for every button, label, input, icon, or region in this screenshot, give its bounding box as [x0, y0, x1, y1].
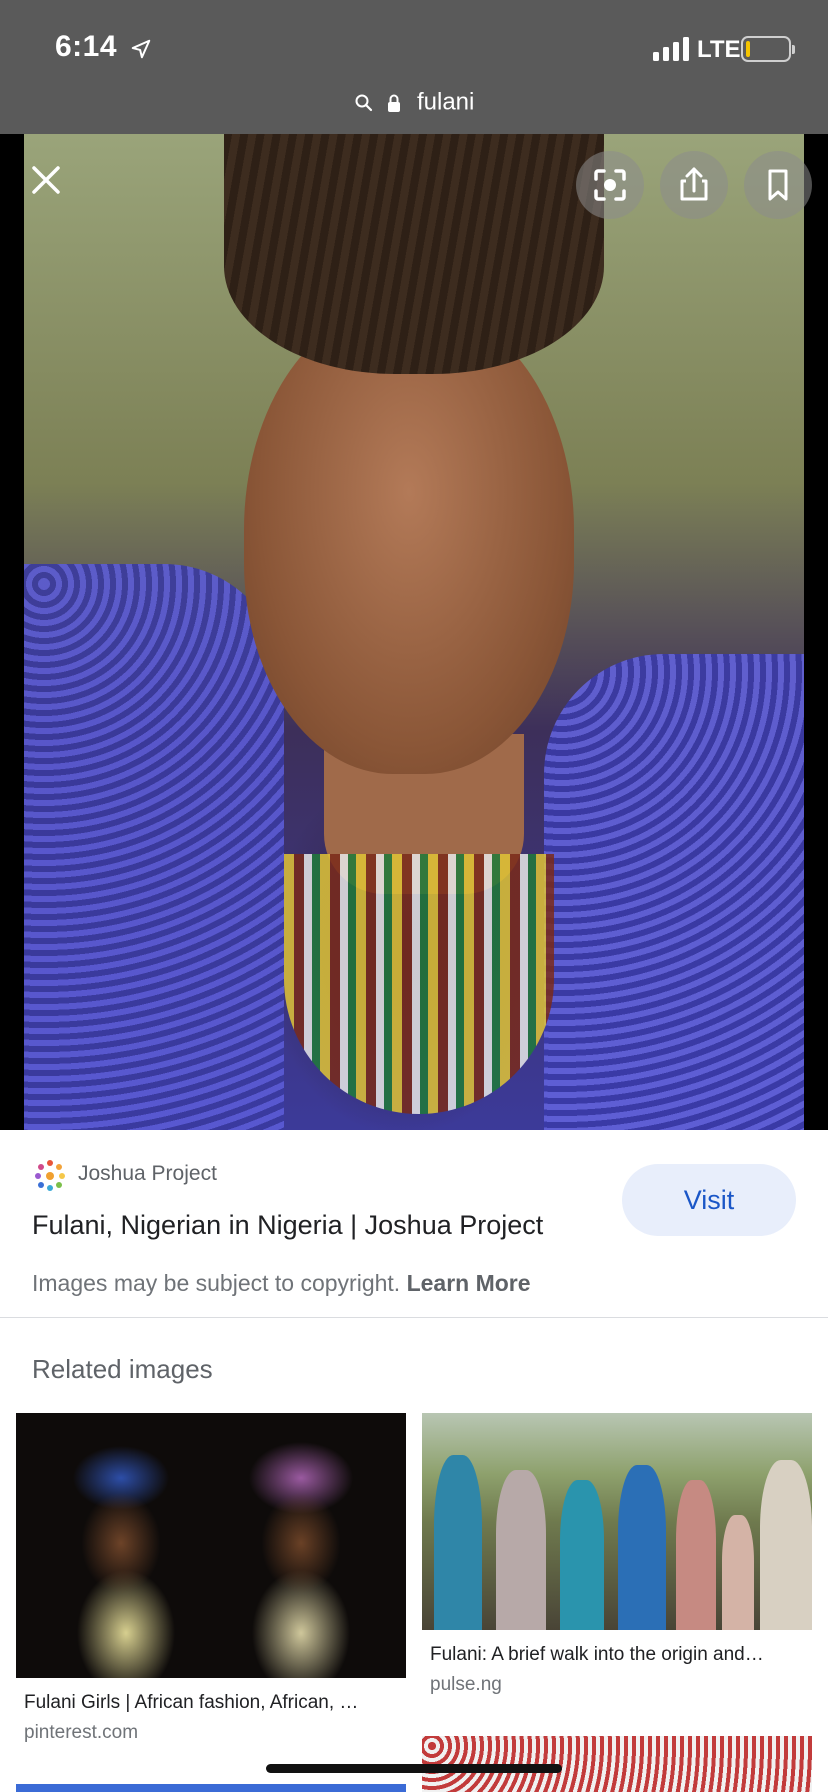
- photo-detail: [244, 304, 574, 774]
- address-bar[interactable]: fulani: [0, 88, 828, 117]
- bookmark-icon: [768, 169, 788, 201]
- result-title[interactable]: Fulani, Nigerian in Nigeria | Joshua Pro…: [32, 1210, 543, 1241]
- related-image-tile[interactable]: [16, 1413, 406, 1678]
- related-image-domain: pinterest.com: [24, 1722, 139, 1743]
- photo-detail: [434, 1455, 482, 1630]
- lens-button[interactable]: [576, 151, 644, 219]
- status-time: 6:14: [55, 30, 118, 63]
- url-text: fulani: [416, 88, 475, 116]
- location-arrow-icon: [131, 39, 151, 59]
- photo-detail: [722, 1515, 754, 1630]
- home-indicator[interactable]: [266, 1764, 562, 1773]
- search-icon: [355, 94, 372, 112]
- related-image-tile[interactable]: [422, 1413, 812, 1630]
- related-image-caption[interactable]: Fulani: A brief walk into the origin and…: [430, 1644, 806, 1666]
- image-viewer[interactable]: [0, 134, 828, 1130]
- lens-icon: [594, 169, 626, 201]
- bookmark-button[interactable]: [744, 151, 812, 219]
- battery-level: [746, 41, 750, 57]
- related-image-tile[interactable]: [16, 1784, 406, 1792]
- photo-detail: [760, 1460, 812, 1630]
- copyright-notice: Images may be subject to copyright. Lear…: [32, 1270, 531, 1297]
- photo-detail: [560, 1480, 604, 1630]
- photo-detail: [676, 1480, 716, 1630]
- result-info: Joshua Project Fulani, Nigerian in Niger…: [0, 1130, 828, 1318]
- related-images-heading: Related images: [32, 1354, 213, 1384]
- close-icon[interactable]: [26, 160, 66, 200]
- photo-detail: [496, 1470, 546, 1630]
- photo-detail: [284, 854, 554, 1114]
- photo-detail: [24, 564, 284, 1130]
- battery-icon: [741, 36, 795, 62]
- visit-button[interactable]: Visit: [622, 1164, 796, 1236]
- top-bar: 6:14 LTE fulani: [0, 0, 828, 134]
- signal-icon: [653, 37, 689, 61]
- share-icon: [680, 167, 708, 201]
- joshua-project-logo-icon: [35, 1160, 65, 1191]
- network-type: LTE: [697, 36, 741, 63]
- photo-detail: [618, 1465, 666, 1630]
- related-image-caption[interactable]: Fulani Girls | African fashion, African,…: [24, 1692, 402, 1714]
- photo-detail: [544, 654, 804, 1130]
- share-button[interactable]: [660, 151, 728, 219]
- photo-detail: [224, 134, 604, 374]
- related-image-domain: pulse.ng: [430, 1674, 502, 1695]
- copyright-text: Images may be subject to copyright.: [32, 1270, 401, 1296]
- main-photo: [24, 134, 804, 1130]
- learn-more-link[interactable]: Learn More: [407, 1270, 531, 1296]
- source-name[interactable]: Joshua Project: [78, 1162, 217, 1186]
- lock-icon: [388, 94, 401, 113]
